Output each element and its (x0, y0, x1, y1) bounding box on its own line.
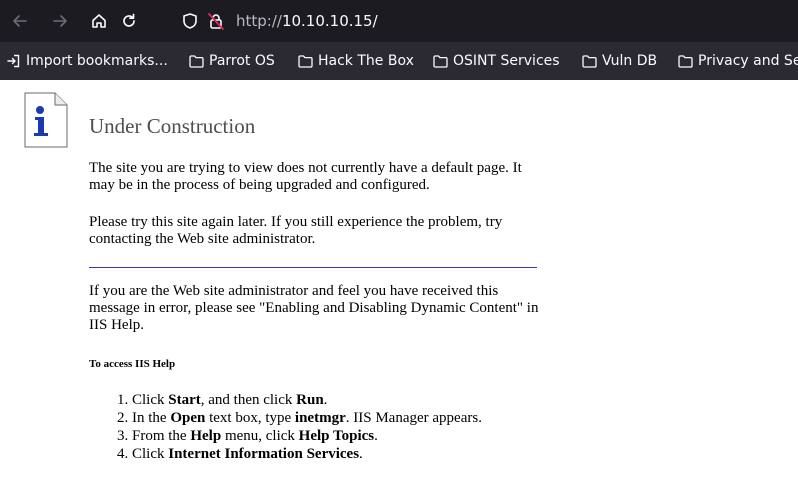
connection-info-button[interactable] (204, 9, 228, 33)
retry-paragraph: Please try this site again later. If you… (89, 214, 503, 247)
back-button[interactable] (8, 9, 32, 33)
folder-icon (678, 54, 693, 68)
forward-arrow-icon (53, 15, 67, 27)
intro-paragraph: The site you are trying to view does not… (89, 160, 522, 193)
bookmark-folder-vuln-db[interactable]: Vuln DB (582, 42, 657, 80)
reload-icon (123, 13, 135, 27)
shield-icon (183, 13, 197, 29)
help-step: 1. Click Start, and then click Run. (117, 392, 328, 408)
bookmark-label: Privacy and Security (698, 53, 798, 69)
page-content: Under Construction The site you are tryi… (0, 80, 798, 493)
navigation-toolbar: http://10.10.10.15/ (0, 0, 798, 42)
bookmark-import[interactable]: Import bookmarks... (7, 42, 168, 80)
import-icon (7, 54, 20, 68)
url-protocol: http:// (236, 12, 282, 30)
admin-paragraph: If you are the Web site administrator an… (89, 283, 539, 333)
bookmark-label: Vuln DB (602, 53, 658, 69)
folder-icon (298, 54, 313, 68)
forward-button[interactable] (48, 9, 72, 33)
bookmark-label: Import bookmarks... (26, 53, 168, 69)
folder-icon (433, 54, 448, 68)
page-title: Under Construction (89, 114, 256, 138)
bookmark-folder-privacy-security[interactable]: Privacy and Security (678, 42, 798, 80)
bookmark-label: Hack The Box (318, 53, 414, 69)
bookmark-folder-hack-the-box[interactable]: Hack The Box (298, 42, 414, 80)
tracking-protection-button[interactable] (178, 9, 202, 33)
folder-icon (189, 54, 204, 68)
bookmark-folder-parrot-os[interactable]: Parrot OS (189, 42, 275, 80)
reload-button[interactable] (117, 9, 141, 33)
help-step: 3. From the Help menu, click Help Topics… (117, 428, 378, 444)
bookmark-folder-osint-services[interactable]: OSINT Services (433, 42, 560, 80)
divider (89, 267, 537, 268)
address-bar[interactable]: http://10.10.10.15/ (236, 11, 378, 31)
help-steps-list: 1. Click Start, and then click Run. 2. I… (89, 391, 482, 463)
help-step: 2. In the Open text box, type inetmgr. I… (117, 410, 482, 426)
help-step: 4. Click Internet Information Services. (117, 446, 363, 462)
home-button[interactable] (87, 9, 111, 33)
url-host: 10.10.10.15/ (281, 12, 378, 30)
bookmarks-toolbar: Import bookmarks... Parrot OS Hack The B… (0, 42, 798, 80)
help-heading: To access IIS Help (89, 358, 176, 370)
bookmark-label: Parrot OS (209, 53, 275, 69)
folder-icon (582, 54, 597, 68)
insecure-lock-icon (208, 13, 224, 30)
back-arrow-icon (13, 15, 27, 27)
info-icon (24, 92, 68, 148)
bookmark-label: OSINT Services (453, 53, 560, 69)
home-icon (92, 14, 106, 28)
